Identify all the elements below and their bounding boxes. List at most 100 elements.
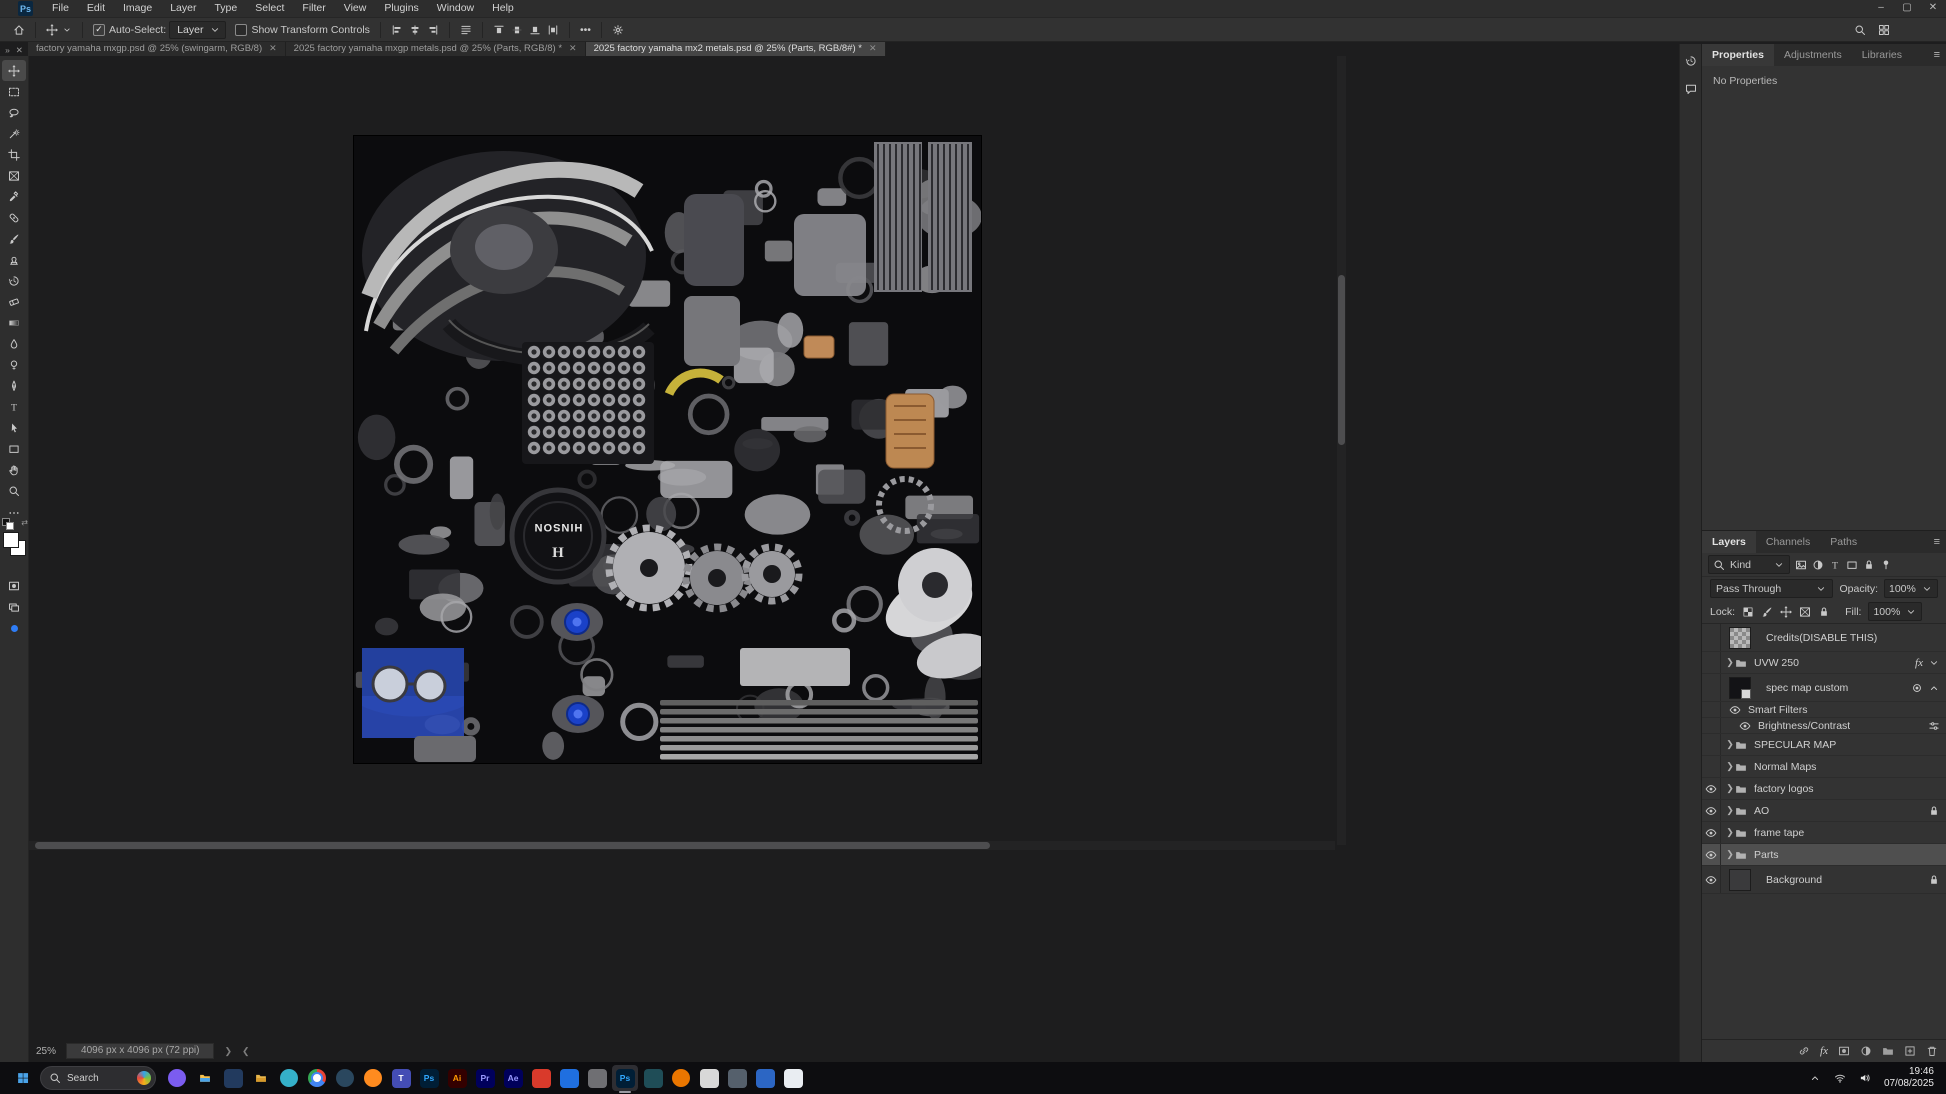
layer-row[interactable]: ❯factory logos (1702, 778, 1946, 800)
lock-artboard-icon[interactable] (1799, 605, 1811, 617)
taskbar-app-teams[interactable]: T (388, 1065, 414, 1091)
layer-row[interactable]: ❯Parts (1702, 844, 1946, 866)
default-colors-icon[interactable] (2, 518, 18, 528)
tab-close-icon[interactable]: ✕ (269, 43, 277, 54)
taskbar-app-steam[interactable] (332, 1065, 358, 1091)
layer-row[interactable]: ❯Normal Maps (1702, 756, 1946, 778)
new-group-icon[interactable] (1882, 1045, 1894, 1057)
layers-tab-channels[interactable]: Channels (1756, 531, 1820, 553)
visibility-toggle[interactable] (1702, 652, 1721, 673)
screen-mode-button[interactable] (2, 597, 26, 618)
horizontal-scrollbar-thumb[interactable] (35, 842, 990, 849)
distribute-horizontal-button[interactable] (544, 23, 562, 35)
visibility-toggle[interactable] (1702, 822, 1721, 843)
layer-row[interactable]: Credits(DISABLE THIS) (1702, 624, 1946, 652)
home-button[interactable] (10, 23, 28, 35)
filter-pixel-layers-icon[interactable] (1795, 558, 1807, 570)
layers-tab-paths[interactable]: Paths (1820, 531, 1867, 553)
rectangle-tool[interactable] (2, 438, 26, 459)
smart-object-thumbnail[interactable] (1729, 677, 1751, 699)
blur-tool[interactable] (2, 333, 26, 354)
marquee-tool[interactable] (2, 81, 26, 102)
layer-row[interactable]: Background (1702, 866, 1946, 894)
workspace-gear-button[interactable] (609, 23, 627, 35)
layer-row[interactable]: ❯UVW 250fx (1702, 652, 1946, 674)
expand-chevron-icon[interactable]: ❯ (1725, 783, 1735, 794)
layer-thumbnail[interactable] (1729, 869, 1751, 891)
horizontal-scrollbar[interactable] (28, 841, 1335, 850)
path-select-tool[interactable] (2, 417, 26, 438)
properties-tab-adjustments[interactable]: Adjustments (1774, 44, 1852, 66)
lock-position-icon[interactable] (1780, 605, 1792, 617)
layer-effects-icon[interactable]: fx (1820, 1045, 1828, 1057)
align-center-button[interactable] (406, 23, 424, 35)
tray-expand-icon[interactable] (1809, 1069, 1821, 1087)
filter-smart-objects-icon[interactable] (1863, 558, 1875, 570)
layer-row[interactable]: spec map custom (1702, 674, 1946, 702)
expand-chevron-icon[interactable]: ❯ (1725, 657, 1735, 668)
taskbar-app-premiere[interactable]: Pr (472, 1065, 498, 1091)
expand-chevron-icon[interactable]: ❯ (1725, 739, 1735, 750)
document-tab-2[interactable]: 2025 factory yamaha mxgp metals.psd @ 25… (286, 40, 586, 56)
distribute-bottom-button[interactable] (526, 23, 544, 35)
expand-chevron-icon[interactable]: ❯ (1725, 761, 1735, 772)
filter-shape-layers-icon[interactable] (1846, 558, 1858, 570)
frame-tool[interactable] (2, 165, 26, 186)
lasso-tool[interactable] (2, 102, 26, 123)
layer-row[interactable]: Brightness/Contrast (1702, 718, 1946, 734)
gradient-tool[interactable] (2, 312, 26, 333)
taskbar-app-vm-app[interactable] (752, 1065, 778, 1091)
distribute-top-button[interactable] (490, 23, 508, 35)
filter-type-layers-icon[interactable]: T (1829, 558, 1841, 570)
visibility-toggle[interactable] (1702, 756, 1721, 777)
taskbar-app-photoshop[interactable]: Ps (416, 1065, 442, 1091)
menu-help[interactable]: Help (483, 2, 523, 14)
status-prev-icon[interactable]: ❮ (242, 1046, 250, 1057)
taskbar-app-after-effects[interactable]: Ae (500, 1065, 526, 1091)
opacity-field[interactable]: 100% (1884, 579, 1938, 598)
dodge-tool[interactable] (2, 354, 26, 375)
menu-filter[interactable]: Filter (293, 2, 334, 14)
document-tab-1[interactable]: factory yamaha mxgp.psd @ 25% (swingarm,… (28, 40, 286, 56)
hand-tool[interactable] (2, 459, 26, 480)
visibility-toggle[interactable] (1702, 734, 1721, 755)
layer-filter-kind-dropdown[interactable]: Kind (1708, 555, 1790, 574)
layer-row[interactable]: ❯frame tape (1702, 822, 1946, 844)
menu-window[interactable]: Window (428, 2, 483, 14)
crop-tool[interactable] (2, 144, 26, 165)
taskbar-app-copilot[interactable] (164, 1065, 190, 1091)
blend-mode-dropdown[interactable]: Pass Through (1710, 579, 1833, 598)
fx-badge-icon[interactable]: fx (1915, 657, 1923, 669)
document-tab-3[interactable]: 2025 factory yamaha mx2 metals.psd @ 25%… (586, 40, 886, 56)
swap-colors-icon[interactable]: ⇄ (21, 518, 28, 527)
menu-image[interactable]: Image (114, 2, 161, 14)
properties-tab-libraries[interactable]: Libraries (1852, 44, 1912, 66)
toolbar-expand-icon[interactable]: » (5, 45, 10, 55)
lock-transparency-icon[interactable] (1742, 605, 1754, 617)
stamp-tool[interactable] (2, 249, 26, 270)
lock-pixels-icon[interactable] (1761, 605, 1773, 617)
healing-tool[interactable] (2, 207, 26, 228)
zoom-tool[interactable] (2, 480, 26, 501)
taskbar-app-code-app[interactable] (780, 1065, 806, 1091)
filter-adjustment-layers-icon[interactable] (1812, 558, 1824, 570)
workspace-switcher-icon[interactable] (1878, 23, 1890, 35)
expand-chevron-icon[interactable]: ❯ (1725, 827, 1735, 838)
visibility-toggle[interactable] (1702, 718, 1721, 733)
taskbar-app-edge[interactable] (276, 1065, 302, 1091)
taskbar-app-red-app[interactable] (528, 1065, 554, 1091)
taskbar-app-teal-app[interactable] (640, 1065, 666, 1091)
move-tool[interactable] (2, 60, 26, 81)
pen-tool[interactable] (2, 375, 26, 396)
visibility-toggle[interactable] (1702, 624, 1721, 651)
comments-panel-icon[interactable] (1685, 80, 1697, 98)
visibility-toggle[interactable] (1702, 800, 1721, 821)
visibility-toggle[interactable] (1702, 844, 1721, 865)
menu-plugins[interactable]: Plugins (375, 2, 427, 14)
menu-select[interactable]: Select (246, 2, 293, 14)
align-left-button[interactable] (388, 23, 406, 35)
taskbar-app-media-app[interactable] (584, 1065, 610, 1091)
zoom-level-field[interactable]: 25% (36, 1046, 56, 1057)
taskbar-app-light-app[interactable] (696, 1065, 722, 1091)
close-button[interactable]: ✕ (1920, 0, 1946, 17)
